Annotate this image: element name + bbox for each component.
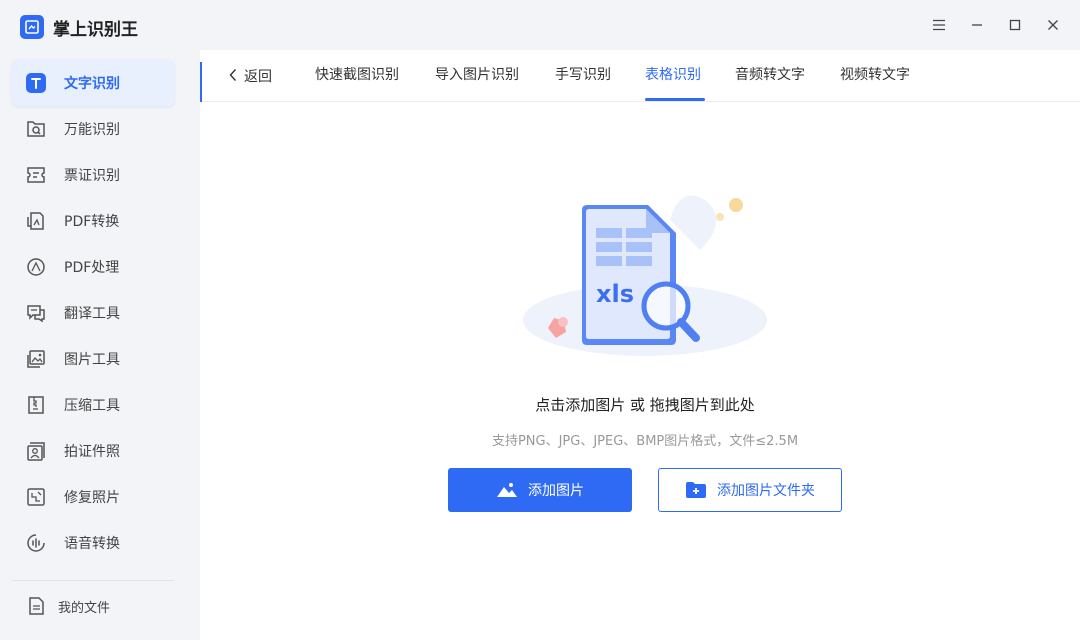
tab-handwriting[interactable]: 手写识别	[555, 64, 611, 88]
menu-button[interactable]	[928, 14, 950, 36]
sidebar-item-my-files[interactable]: 我的文件	[12, 588, 174, 624]
xls-file-illustration[interactable]: xls	[520, 180, 770, 360]
add-folder-button[interactable]: 添加图片文件夹	[658, 468, 842, 512]
sidebar-item-label: 文字识别	[64, 76, 120, 92]
active-tab-indicator	[645, 98, 705, 101]
main-panel-accent	[200, 62, 202, 102]
minimize-icon	[971, 16, 983, 35]
sidebar-item-pdf-process[interactable]: PDF处理	[12, 244, 174, 290]
app-logo-icon	[20, 15, 44, 39]
tab-table-recognition[interactable]: 表格识别	[645, 64, 701, 88]
sidebar-item-label: PDF处理	[64, 260, 120, 276]
text-recognition-icon	[24, 71, 48, 95]
sidebar-item-label: 图片工具	[64, 352, 120, 368]
sidebar-item-label: 万能识别	[64, 122, 120, 138]
tab-quick-screenshot[interactable]: 快速截图识别	[315, 64, 399, 88]
sidebar-divider	[12, 580, 174, 581]
pdf-convert-icon	[24, 209, 48, 233]
maximize-button[interactable]	[1004, 14, 1026, 36]
photo-repair-icon	[24, 485, 48, 509]
sidebar-item-universal-scan[interactable]: 万能识别	[12, 106, 174, 152]
sidebar-item-label: 我的文件	[58, 600, 111, 616]
sidebar-item-image-tool[interactable]: 图片工具	[12, 336, 174, 382]
id-photo-icon	[24, 439, 48, 463]
close-button[interactable]	[1042, 14, 1064, 36]
pdf-process-icon	[24, 255, 48, 279]
tab-bar: 返回 快速截图识别 导入图片识别 手写识别 表格识别 音频转文字 视频转文字	[200, 50, 1080, 102]
xls-label: xls	[596, 280, 634, 308]
sidebar-item-photo-repair[interactable]: 修复照片	[12, 474, 174, 520]
upload-hint: 支持PNG、JPG、JPEG、BMP图片格式，文件≤2.5M	[491, 434, 799, 449]
upload-title: 点击添加图片 或 拖拽图片到此处	[535, 396, 755, 414]
folder-add-icon	[685, 481, 707, 499]
add-image-label: 添加图片	[528, 483, 584, 499]
title-bar	[200, 0, 1080, 50]
sidebar-item-label: 翻译工具	[64, 306, 120, 322]
file-icon	[24, 594, 48, 618]
main-panel: 返回 快速截图识别 导入图片识别 手写识别 表格识别 音频转文字 视频转文字 x…	[200, 50, 1080, 640]
image-icon	[496, 482, 518, 498]
tab-video-to-text[interactable]: 视频转文字	[840, 64, 910, 88]
voice-convert-icon	[24, 531, 48, 555]
back-label: 返回	[244, 69, 272, 85]
sidebar-item-label: 票证识别	[64, 168, 120, 184]
sidebar-item-label: 修复照片	[64, 490, 120, 506]
maximize-icon	[1009, 16, 1021, 35]
app-title: 掌上识别王	[53, 19, 138, 40]
tab-import-image[interactable]: 导入图片识别	[435, 64, 519, 88]
back-button[interactable]: 返回	[228, 64, 272, 88]
sidebar-item-label: 压缩工具	[64, 398, 120, 414]
add-folder-label: 添加图片文件夹	[717, 483, 815, 499]
tab-audio-to-text[interactable]: 音频转文字	[735, 64, 805, 88]
add-image-button[interactable]: 添加图片	[448, 468, 632, 512]
sidebar-item-label: PDF转换	[64, 214, 120, 230]
sidebar-item-voice-convert[interactable]: 语音转换	[12, 520, 174, 566]
sidebar-item-compress[interactable]: 压缩工具	[12, 382, 174, 428]
minimize-button[interactable]	[966, 14, 988, 36]
brand: 掌上识别王	[20, 14, 138, 40]
sidebar-item-ticket[interactable]: 票证识别	[12, 152, 174, 198]
compress-icon	[24, 393, 48, 417]
sidebar-item-label: 语音转换	[64, 536, 120, 552]
sidebar-item-translate[interactable]: 翻译工具	[12, 290, 174, 336]
ticket-icon	[24, 163, 48, 187]
image-tool-icon	[24, 347, 48, 371]
sidebar-nav: 文字识别 万能识别 票证识别 PDF转换 PDF处理 翻译工具 图片工具 压缩工…	[12, 60, 174, 566]
sidebar-item-text-recognition[interactable]: 文字识别	[12, 60, 174, 106]
sidebar: 掌上识别王 文字识别 万能识别 票证识别 PDF转换 PDF处理 翻译工具 图片…	[0, 0, 200, 640]
universal-scan-icon	[24, 117, 48, 141]
sidebar-item-label: 拍证件照	[64, 444, 120, 460]
close-icon	[1047, 16, 1059, 35]
sidebar-item-pdf-convert[interactable]: PDF转换	[12, 198, 174, 244]
sidebar-item-id-photo[interactable]: 拍证件照	[12, 428, 174, 474]
chevron-left-icon	[228, 67, 238, 86]
menu-icon	[932, 16, 946, 35]
translate-icon	[24, 301, 48, 325]
